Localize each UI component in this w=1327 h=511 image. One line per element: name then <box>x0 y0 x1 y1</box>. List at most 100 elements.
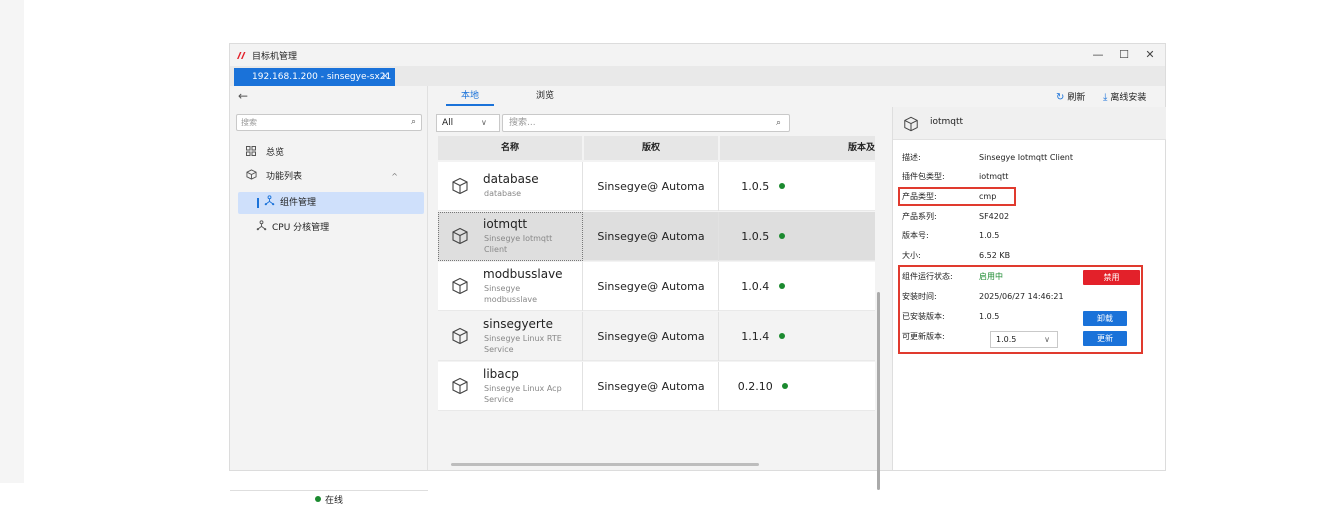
copyright-cell: Sinsegye@ Automa <box>584 162 719 211</box>
detail-title: iotmqtt <box>930 117 964 127</box>
table-row[interactable]: database database Sinsegye@ Automa 1.0.5 <box>438 162 875 211</box>
field-value: Sinsegye Iotmqtt Client <box>979 153 1073 162</box>
sidebar-item-overview[interactable]: 总览 <box>230 142 428 164</box>
category-select-value: All <box>442 118 454 128</box>
package-icon <box>452 177 468 195</box>
grid-icon <box>244 142 258 164</box>
cube-icon <box>244 166 258 188</box>
close-tab-icon[interactable]: ✕ <box>381 68 389 86</box>
back-arrow-icon[interactable]: ← <box>238 89 248 103</box>
package-icon <box>452 227 468 245</box>
category-select[interactable]: All ∨ <box>436 114 500 132</box>
status-dot <box>778 233 785 239</box>
install-icon: ⤓ <box>1103 92 1108 103</box>
table-row[interactable]: iotmqtt Sinsegye Iotmqtt Client Sinsegye… <box>438 212 875 261</box>
field-value: 6.52 KB <box>979 251 1011 260</box>
vertical-scrollbar[interactable] <box>877 292 880 490</box>
refresh-icon: ↻ <box>1056 92 1065 103</box>
column-header-copyright[interactable]: 版权 <box>584 136 719 160</box>
active-indicator <box>257 198 259 208</box>
copyright-cell: Sinsegye@ Automa <box>584 262 719 311</box>
detail-header: iotmqtt <box>893 107 1166 140</box>
name-cell: libacp Sinsegye Linux Acp Service <box>438 362 583 411</box>
table-row[interactable]: libacp Sinsegye Linux Acp Service Sinseg… <box>438 362 875 411</box>
connection-status: 在线 <box>230 490 428 510</box>
target-manager-window: 目标机管理 — ☐ ✕ 192.168.1.200 - sinsegye-sx2… <box>229 43 1166 506</box>
tab-browse[interactable]: 浏览 <box>520 88 570 106</box>
close-icon[interactable]: ✕ <box>1139 47 1161 63</box>
sidebar-item-label: 功能列表 <box>266 172 303 182</box>
package-icon <box>904 116 918 132</box>
status-dot <box>778 183 785 189</box>
package-icon <box>452 327 468 345</box>
online-status-dot <box>314 496 321 502</box>
package-search-input[interactable]: 搜索... ⌕ <box>502 114 790 132</box>
version-cell: 0.2.10 <box>720 362 810 411</box>
detail-panel: iotmqtt 描述: Sinsegye Iotmqtt Client 插件包类… <box>892 107 1166 470</box>
column-header-name[interactable]: 名称 <box>438 136 583 160</box>
search-icon: ⌕ <box>775 118 781 128</box>
version-value: 1.0.5 <box>741 230 770 243</box>
version-value: 1.0.5 <box>741 180 770 193</box>
sidebar: ← 搜索 ⌕ 总览 功能列表 ^ 组件管理 CPU 分核管理 在线 <box>230 86 428 506</box>
field-label: 版本号: <box>902 231 929 240</box>
package-description-line1: Sinsegye Linux RTE <box>484 334 562 343</box>
connection-tab-bar: 192.168.1.200 - sinsegye-sx21 ✕ <box>230 66 1165 86</box>
chevron-down-icon: ∨ <box>481 118 487 127</box>
status-dot <box>782 383 789 389</box>
chevron-up-icon[interactable]: ^ <box>391 166 398 188</box>
package-search-placeholder: 搜索... <box>509 118 536 128</box>
version-cell: 1.0.5 <box>720 162 810 211</box>
package-description-line2: modbusslave <box>484 295 538 304</box>
package-description-line1: Sinsegye Iotmqtt <box>484 234 553 243</box>
field-label: 插件包类型: <box>902 172 945 181</box>
refresh-label: 刷新 <box>1067 93 1086 103</box>
version-value: 0.2.10 <box>737 380 773 393</box>
package-name: iotmqtt <box>483 217 528 231</box>
name-cell: database database <box>438 162 583 211</box>
highlight-box-component-state <box>898 265 1143 354</box>
package-name: libacp <box>483 367 519 381</box>
highlight-box-product-type <box>898 187 1016 206</box>
version-value: 1.0.4 <box>741 280 770 293</box>
package-name: modbusslave <box>483 267 563 281</box>
name-cell: iotmqtt Sinsegye Iotmqtt Client <box>438 212 583 261</box>
minimize-icon[interactable]: — <box>1087 47 1109 63</box>
sidebar-item-cpu-core-management[interactable]: CPU 分核管理 <box>230 217 428 239</box>
tab-local[interactable]: 本地 <box>446 88 494 106</box>
field-value: SF4202 <box>979 212 1010 221</box>
maximize-icon[interactable]: ☐ <box>1113 47 1135 63</box>
status-dot <box>778 283 785 289</box>
package-description-line1: Sinsegye Linux Acp <box>484 384 562 393</box>
status-dot <box>778 333 785 339</box>
field-value: iotmqtt <box>979 172 1009 181</box>
sidebar-item-label: 组件管理 <box>280 198 317 208</box>
package-icon <box>452 277 468 295</box>
sidebar-item-component-management[interactable]: 组件管理 <box>238 192 424 214</box>
component-icon <box>254 217 268 239</box>
version-cell: 1.0.5 <box>720 212 810 261</box>
sidebar-search-placeholder: 搜索 <box>241 118 257 127</box>
component-icon <box>262 192 276 214</box>
search-icon: ⌕ <box>410 117 416 127</box>
field-value: 1.0.5 <box>979 231 1000 240</box>
sidebar-item-feature-list[interactable]: 功能列表 ^ <box>230 166 428 188</box>
name-cell: sinsegyerte Sinsegye Linux RTE Service <box>438 312 583 361</box>
field-label: 描述: <box>902 153 921 162</box>
horizontal-scrollbar[interactable] <box>451 463 759 466</box>
package-description-line2: Service <box>484 345 514 354</box>
table-row[interactable]: modbusslave Sinsegye modbusslave Sinsegy… <box>438 262 875 311</box>
name-cell: modbusslave Sinsegye modbusslave <box>438 262 583 311</box>
package-name: database <box>483 172 539 186</box>
table-row[interactable]: sinsegyerte Sinsegye Linux RTE Service S… <box>438 312 875 361</box>
column-header-version[interactable]: 版本及 <box>720 136 875 160</box>
page-left-gutter <box>0 0 24 483</box>
offline-install-button[interactable]: ⤓ 离线安装 <box>1103 90 1146 103</box>
refresh-button[interactable]: ↻ 刷新 <box>1056 90 1085 103</box>
copyright-cell: Sinsegye@ Automa <box>584 362 719 411</box>
main-panel: 本地 浏览 ↻ 刷新 ⤓ 离线安装 All ∨ 搜索... ⌕ 名称 版权 版本及 da… <box>430 86 1166 490</box>
sidebar-search-input[interactable]: 搜索 ⌕ <box>236 114 422 131</box>
connection-tab[interactable]: 192.168.1.200 - sinsegye-sx21 ✕ <box>234 68 395 86</box>
version-value: 1.1.4 <box>741 330 770 343</box>
field-label: 产品系列: <box>902 212 937 221</box>
